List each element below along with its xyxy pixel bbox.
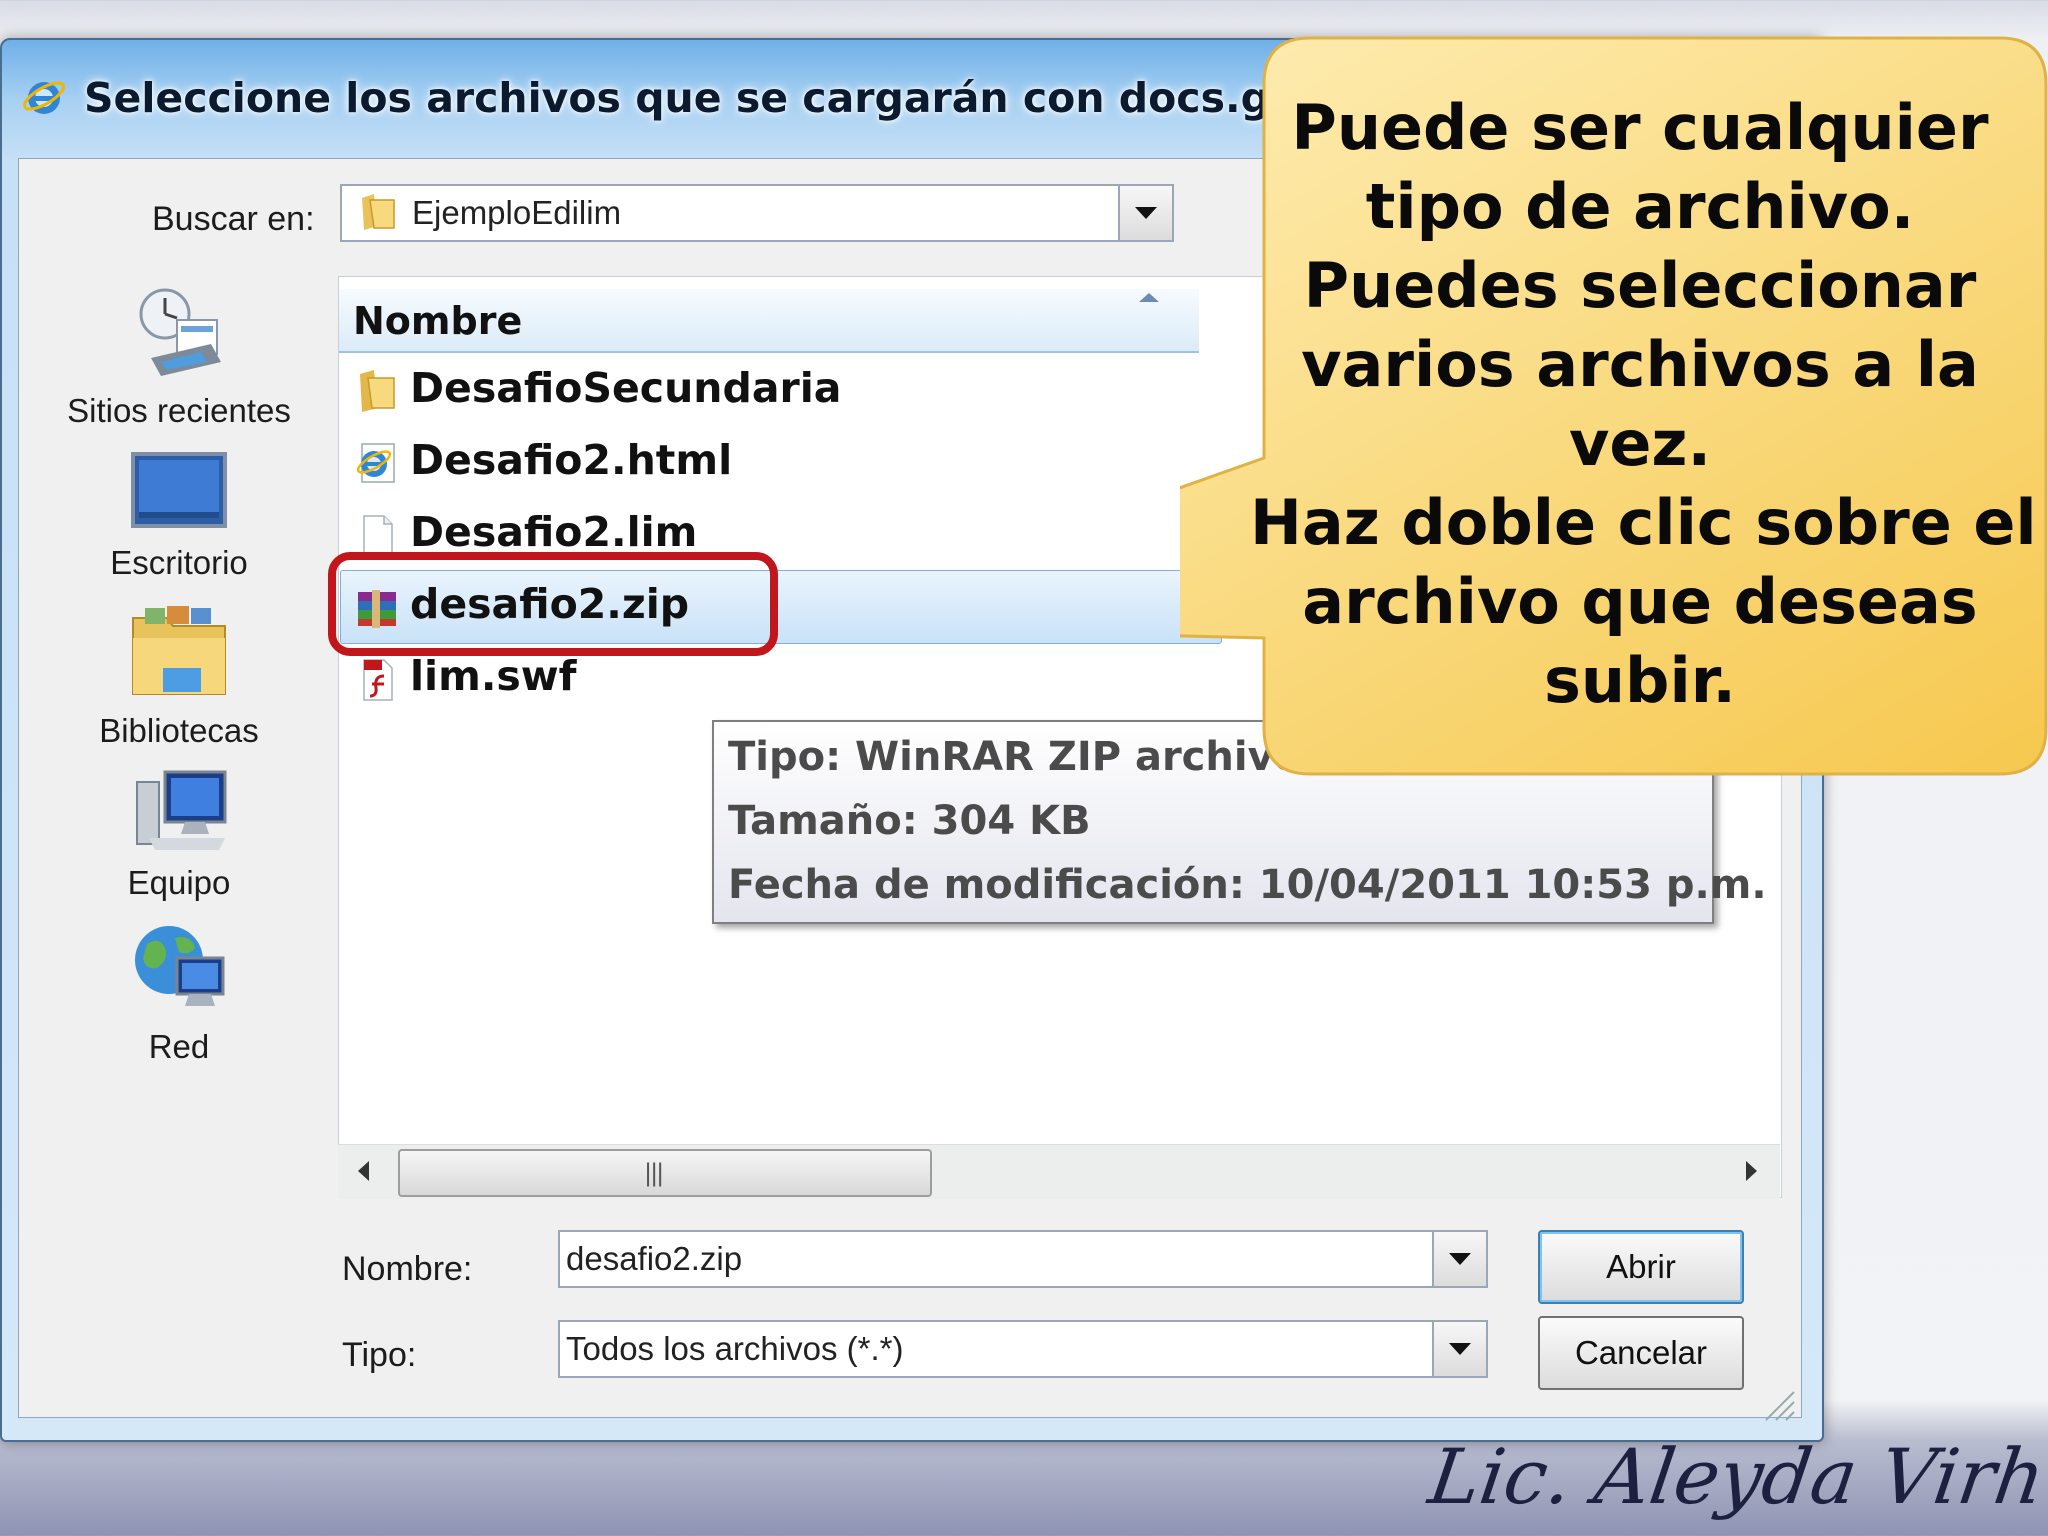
dialog-title: Seleccione los archivos que se cargarán … xyxy=(84,74,1356,122)
places-label: Bibliotecas xyxy=(99,712,259,749)
grip-icon: ||| xyxy=(644,1159,664,1187)
callout-line: tipo de archivo. xyxy=(1365,170,1915,243)
callout-line: varios archivos a la xyxy=(1301,328,1979,401)
callout-line: vez. xyxy=(1568,407,1712,480)
file-name-value: desafio2.zip xyxy=(566,1240,743,1277)
places-label: Equipo xyxy=(127,864,231,901)
file-name: Desafio2.lim xyxy=(410,508,698,556)
callout-line: subir. xyxy=(1544,644,1736,717)
places-item-recent[interactable]: Sitios recientes xyxy=(54,282,304,430)
scroll-right-arrow-icon[interactable] xyxy=(1746,1161,1757,1181)
desktop-icon xyxy=(131,452,227,528)
scrollbar-thumb[interactable]: ||| xyxy=(398,1149,932,1197)
open-button[interactable]: Abrir xyxy=(1538,1230,1744,1304)
resize-grip-icon[interactable] xyxy=(1758,1384,1798,1424)
computer-icon xyxy=(136,770,227,850)
file-type-dropdown-button[interactable] xyxy=(1432,1322,1486,1376)
file-type-value: Todos los archivos (*.*) xyxy=(566,1330,904,1367)
author-signature: Lic. Aleyda Virhuez xyxy=(1423,1432,2048,1521)
places-label: Sitios recientes xyxy=(67,392,291,429)
file-name-combobox[interactable]: desafio2.zip xyxy=(558,1230,1488,1288)
chevron-down-icon xyxy=(1449,1343,1471,1355)
places-item-libraries[interactable]: Bibliotecas xyxy=(54,602,304,750)
libraries-icon xyxy=(132,606,226,695)
file-row-desafiosecundaria[interactable]: DesafioSecundaria xyxy=(348,360,908,426)
look-in-value: EjemploEdilim xyxy=(412,194,622,231)
file-name-label: Nombre: xyxy=(342,1250,473,1288)
chevron-down-icon xyxy=(1449,1253,1471,1265)
internet-explorer-icon xyxy=(23,81,65,114)
tooltip-size: Tamaño: 304 KB xyxy=(728,798,1091,844)
file-type-select[interactable]: Todos los archivos (*.*) xyxy=(558,1320,1488,1378)
callout-line: Puedes seleccionar xyxy=(1303,249,1977,322)
file-name: DesafioSecundaria xyxy=(410,364,842,412)
file-row-lim-swf[interactable]: lim.swf xyxy=(348,648,908,714)
places-item-network[interactable]: Red xyxy=(54,918,304,1066)
folder-icon xyxy=(362,194,395,230)
column-header-label: Nombre xyxy=(353,299,523,343)
recent-places-icon xyxy=(139,288,221,376)
file-name: Desafio2.html xyxy=(410,436,733,484)
callout-line: Puede ser cualquier xyxy=(1291,91,1989,164)
chevron-down-icon xyxy=(1135,207,1157,219)
highlight-ring xyxy=(328,552,778,656)
scroll-left-arrow-icon[interactable] xyxy=(358,1161,369,1181)
file-name: lim.swf xyxy=(410,652,577,700)
look-in-label: Buscar en: xyxy=(152,200,315,238)
tooltip-modified: Fecha de modificación: 10/04/2011 10:53 … xyxy=(728,862,1767,908)
look-in-combobox[interactable]: EjemploEdilim xyxy=(340,184,1174,242)
places-item-desktop[interactable]: Escritorio xyxy=(54,450,304,582)
places-label: Escritorio xyxy=(110,544,248,581)
look-in-dropdown-button[interactable] xyxy=(1118,186,1172,240)
flash-swf-icon xyxy=(363,659,393,701)
file-type-label: Tipo: xyxy=(342,1336,417,1374)
folder-icon xyxy=(360,370,395,412)
callout-line: Haz doble clic sobre el xyxy=(1250,486,2037,559)
callout-line: archivo que deseas xyxy=(1302,565,1978,638)
places-item-computer[interactable]: Equipo xyxy=(54,768,304,902)
file-name-dropdown-button[interactable] xyxy=(1432,1232,1486,1286)
column-header-name[interactable]: Nombre xyxy=(339,289,1199,353)
network-icon xyxy=(135,926,225,1006)
places-label: Red xyxy=(148,1028,210,1065)
callout-text: Puede ser cualquier tipo de archivo. Pue… xyxy=(1250,88,2037,720)
sort-ascending-icon xyxy=(1139,293,1159,302)
ie-html-icon xyxy=(356,443,395,483)
horizontal-scrollbar[interactable]: ||| xyxy=(338,1144,1780,1199)
cancel-button[interactable]: Cancelar xyxy=(1538,1316,1744,1390)
file-row-desafio2-html[interactable]: Desafio2.html xyxy=(348,432,908,498)
